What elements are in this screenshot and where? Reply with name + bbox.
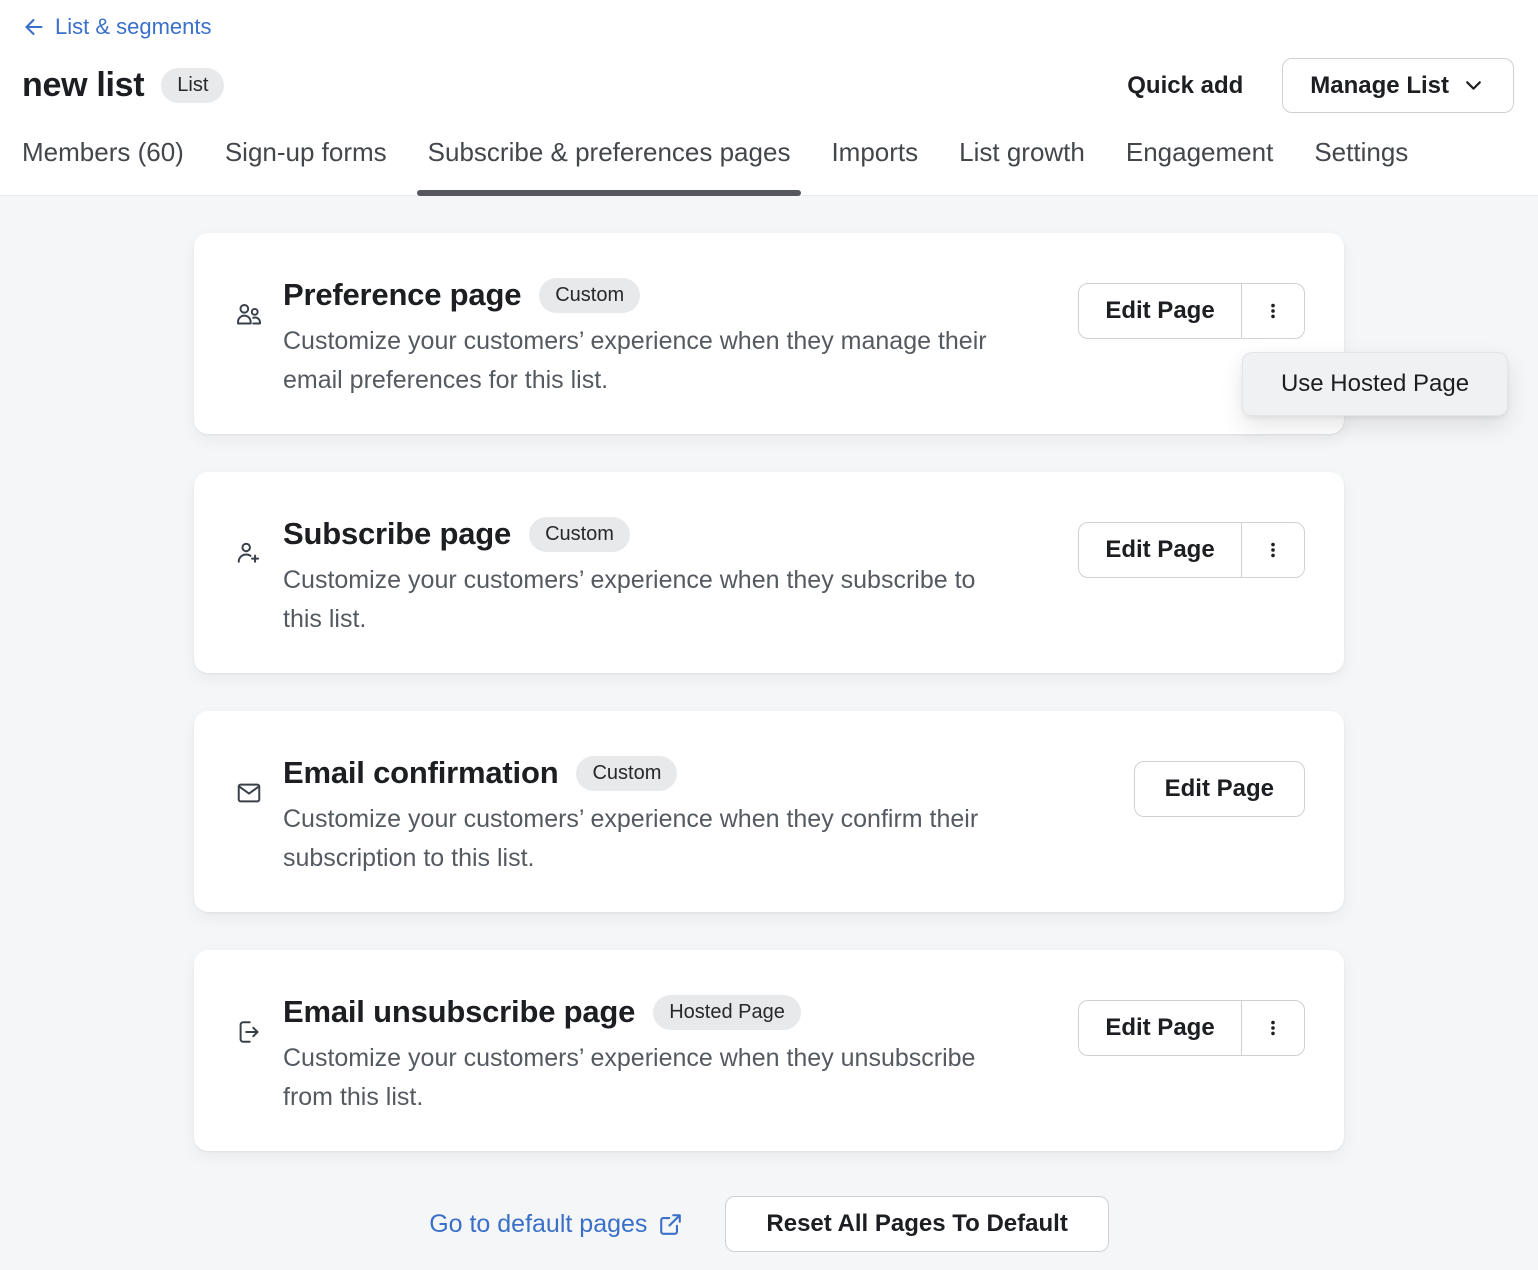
back-link-label: List & segments — [55, 14, 212, 40]
title-group: new list List — [22, 66, 224, 105]
chevron-down-icon — [1461, 73, 1486, 98]
card-description: Customize your customers’ experience whe… — [283, 561, 1008, 639]
card-description: Customize your customers’ experience whe… — [283, 800, 1008, 878]
mail-icon — [235, 779, 263, 807]
manage-list-button[interactable]: Manage List — [1282, 58, 1514, 113]
card-title: Preference page — [283, 277, 521, 313]
status-badge: Custom — [529, 517, 630, 552]
status-badge: Custom — [576, 756, 677, 791]
kebab-dropdown-menu: Use Hosted Page — [1242, 352, 1508, 416]
edit-page-button[interactable]: Edit Page — [1079, 1001, 1241, 1055]
title-row: new list List Quick add Manage List — [22, 58, 1514, 113]
tab-list-growth[interactable]: List growth — [959, 137, 1085, 195]
tab-settings[interactable]: Settings — [1314, 137, 1408, 195]
subscribe-page-card: Subscribe page Custom Customize your cus… — [194, 472, 1344, 673]
card-actions: Edit Page — [1078, 1000, 1305, 1056]
card-actions: Edit Page — [1134, 761, 1305, 817]
tab-engagement[interactable]: Engagement — [1126, 137, 1273, 195]
external-link-icon — [658, 1212, 683, 1237]
status-badge: Hosted Page — [653, 995, 801, 1030]
page-content: Preference page Custom Customize your cu… — [0, 196, 1538, 1252]
kebab-menu-button[interactable] — [1241, 523, 1304, 577]
tab-members[interactable]: Members (60) — [22, 137, 184, 195]
edit-page-split-button: Edit Page — [1078, 1000, 1305, 1056]
email-unsubscribe-card: Email unsubscribe page Hosted Page Custo… — [194, 950, 1344, 1151]
kebab-icon — [1261, 538, 1285, 562]
footer-link-label: Go to default pages — [429, 1210, 647, 1239]
card-description: Customize your customers’ experience whe… — [283, 1039, 1008, 1117]
pages-card-list: Preference page Custom Customize your cu… — [194, 233, 1344, 1151]
tab-sign-up-forms[interactable]: Sign-up forms — [225, 137, 387, 195]
footer-actions: Go to default pages Reset All Pages To D… — [194, 1196, 1344, 1252]
preference-page-card: Preference page Custom Customize your cu… — [194, 233, 1344, 434]
quick-add-button[interactable]: Quick add — [1127, 72, 1243, 100]
card-body: Subscribe page Custom Customize your cus… — [283, 516, 1078, 639]
go-to-default-pages-link[interactable]: Go to default pages — [429, 1210, 683, 1239]
list-type-badge: List — [161, 68, 224, 103]
edit-page-button[interactable]: Edit Page — [1134, 761, 1305, 817]
user-plus-icon — [235, 540, 263, 568]
kebab-menu-button[interactable] — [1241, 1001, 1304, 1055]
card-title: Email unsubscribe page — [283, 994, 635, 1030]
edit-page-split-button: Edit Page — [1078, 283, 1305, 339]
card-title-row: Email confirmation Custom — [283, 755, 1134, 791]
card-title-row: Subscribe page Custom — [283, 516, 1078, 552]
card-title-row: Email unsubscribe page Hosted Page — [283, 994, 1078, 1030]
reset-all-pages-button[interactable]: Reset All Pages To Default — [725, 1196, 1108, 1252]
card-body: Email unsubscribe page Hosted Page Custo… — [283, 994, 1078, 1117]
card-title-row: Preference page Custom — [283, 277, 1078, 313]
back-arrow-icon — [22, 15, 46, 39]
tab-imports[interactable]: Imports — [831, 137, 918, 195]
card-actions: Edit Page — [1078, 522, 1305, 578]
edit-page-button[interactable]: Edit Page — [1079, 284, 1241, 338]
kebab-icon — [1261, 299, 1285, 323]
tab-bar: Members (60) Sign-up forms Subscribe & p… — [22, 137, 1514, 195]
back-link-list-and-segments[interactable]: List & segments — [22, 14, 212, 40]
users-icon — [235, 301, 263, 329]
email-confirmation-card: Email confirmation Custom Customize your… — [194, 711, 1344, 912]
card-title: Email confirmation — [283, 755, 558, 791]
tab-subscribe-preferences-pages[interactable]: Subscribe & preferences pages — [428, 137, 791, 195]
header-actions: Quick add Manage List — [1127, 58, 1514, 113]
status-badge: Custom — [539, 278, 640, 313]
kebab-menu-button[interactable] — [1241, 284, 1304, 338]
card-title: Subscribe page — [283, 516, 511, 552]
card-body: Email confirmation Custom Customize your… — [283, 755, 1134, 878]
page-title: new list — [22, 66, 144, 105]
card-body: Preference page Custom Customize your cu… — [283, 277, 1078, 400]
sign-out-icon — [235, 1018, 263, 1046]
kebab-icon — [1261, 1016, 1285, 1040]
edit-page-button[interactable]: Edit Page — [1079, 523, 1241, 577]
use-hosted-page-menu-item[interactable]: Use Hosted Page — [1281, 370, 1469, 398]
edit-page-split-button: Edit Page — [1078, 522, 1305, 578]
manage-list-label: Manage List — [1310, 72, 1449, 100]
card-actions: Edit Page — [1078, 283, 1305, 339]
card-description: Customize your customers’ experience whe… — [283, 322, 1008, 400]
page-header: List & segments new list List Quick add … — [0, 0, 1538, 196]
